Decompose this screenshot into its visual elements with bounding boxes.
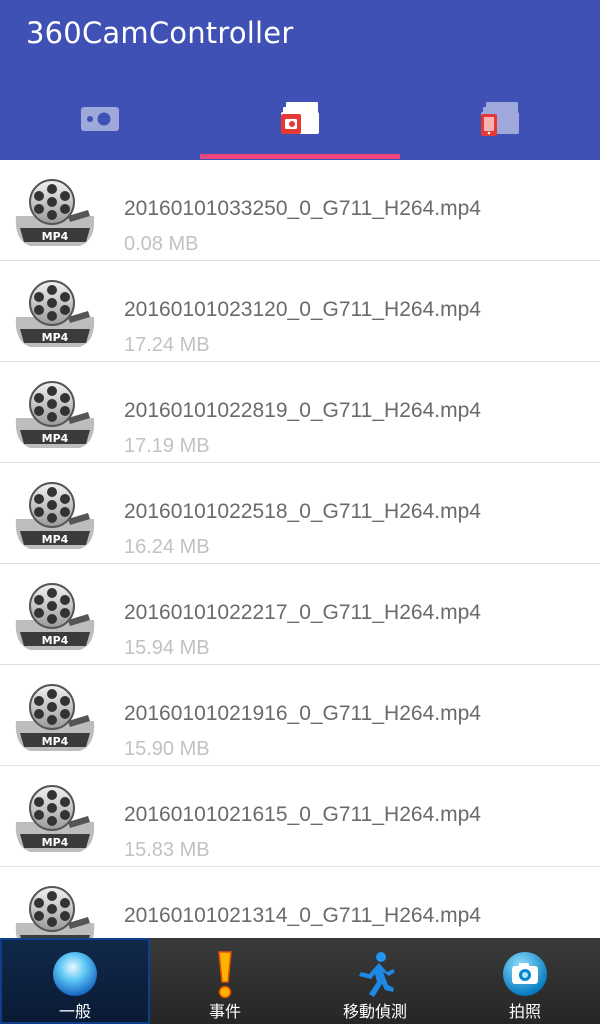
list-item[interactable]: MP4 20160101033250_0_G711_H264.mp4 0.08 … xyxy=(0,160,600,261)
mp4-video-icon: MP4 xyxy=(15,179,95,246)
mp4-video-icon: MP4 xyxy=(15,280,95,347)
file-name: 20160101022518_0_G711_H264.mp4 xyxy=(124,500,481,523)
svg-text:MP4: MP4 xyxy=(42,432,69,445)
list-item[interactable]: MP4 20160101021916_0_G711_H264.mp4 15.90… xyxy=(0,665,600,766)
nav-motion-detection-label: 移動偵測 xyxy=(342,1002,407,1021)
nav-general-label: 一般 xyxy=(58,1002,91,1021)
svg-text:MP4: MP4 xyxy=(42,331,69,344)
camera-icon xyxy=(81,107,119,131)
svg-text:MP4: MP4 xyxy=(42,230,69,243)
file-size: 15.94 MB xyxy=(124,637,210,659)
file-size: 0.08 MB xyxy=(124,233,199,255)
file-size: 17.24 MB xyxy=(124,334,210,356)
list-item[interactable]: MP4 20160101022518_0_G711_H264.mp4 16.24… xyxy=(0,463,600,564)
mp4-video-icon: MP4 xyxy=(15,684,95,751)
file-name: 20160101033250_0_G711_H264.mp4 xyxy=(124,197,481,220)
blue-orb-icon xyxy=(53,952,97,996)
list-item[interactable]: MP4 20160101021615_0_G711_H264.mp4 15.83… xyxy=(0,766,600,867)
camera-photo-icon xyxy=(503,952,547,996)
list-item[interactable]: MP4 20160101022819_0_G711_H264.mp4 17.19… xyxy=(0,362,600,463)
file-list[interactable]: MP4 20160101033250_0_G711_H264.mp4 0.08 … xyxy=(0,160,600,938)
tab-camera[interactable] xyxy=(0,78,200,160)
tab-indicator xyxy=(200,154,400,159)
list-item[interactable]: MP4 20160101022217_0_G711_H264.mp4 15.94… xyxy=(0,564,600,665)
bottom-nav: 一般 事件 移動偵測 拍照 xyxy=(0,938,600,1024)
svg-text:MP4: MP4 xyxy=(42,836,69,849)
tab-phone-files[interactable] xyxy=(400,78,600,160)
nav-events-label: 事件 xyxy=(208,1002,241,1021)
file-size: 16.24 MB xyxy=(124,536,210,558)
file-size: 15.83 MB xyxy=(124,839,210,861)
file-name: 20160101021916_0_G711_H264.mp4 xyxy=(124,702,481,725)
file-name: 20160101023120_0_G711_H264.mp4 xyxy=(124,298,481,321)
svg-text:MP4: MP4 xyxy=(42,533,69,546)
file-size: 17.19 MB xyxy=(124,435,210,457)
svg-text:MP4: MP4 xyxy=(42,735,69,748)
file-size: 15.90 MB xyxy=(124,738,210,760)
nav-general[interactable]: 一般 xyxy=(0,938,150,1024)
running-man-icon xyxy=(359,952,395,997)
file-name: 20160101021314_0_G711_H264.mp4 xyxy=(124,904,481,927)
app-bar: 360CamController xyxy=(0,0,600,160)
mp4-video-icon: MP4 xyxy=(15,482,95,549)
sd-card-files-icon xyxy=(281,102,319,134)
exclamation-icon xyxy=(218,951,232,999)
list-item[interactable]: MP4 20160101021314_0_G711_H264.mp4 xyxy=(0,867,600,938)
file-name: 20160101021615_0_G711_H264.mp4 xyxy=(124,803,481,826)
nav-motion-detection[interactable]: 移動偵測 xyxy=(300,938,450,1024)
app-title: 360CamController xyxy=(26,16,294,50)
file-name: 20160101022819_0_G711_H264.mp4 xyxy=(124,399,481,422)
tab-bar xyxy=(0,78,600,160)
svg-text:MP4: MP4 xyxy=(42,634,69,647)
mp4-video-icon: MP4 xyxy=(15,886,95,938)
tab-card-files[interactable] xyxy=(200,78,400,160)
nav-photo-label: 拍照 xyxy=(508,1002,541,1021)
mp4-video-icon: MP4 xyxy=(15,785,95,852)
mp4-video-icon: MP4 xyxy=(15,583,95,650)
nav-photo[interactable]: 拍照 xyxy=(450,938,600,1024)
phone-files-icon xyxy=(481,102,519,136)
file-name: 20160101022217_0_G711_H264.mp4 xyxy=(124,601,481,624)
list-item[interactable]: MP4 20160101023120_0_G711_H264.mp4 17.24… xyxy=(0,261,600,362)
nav-events[interactable]: 事件 xyxy=(150,938,300,1024)
mp4-video-icon: MP4 xyxy=(15,381,95,448)
